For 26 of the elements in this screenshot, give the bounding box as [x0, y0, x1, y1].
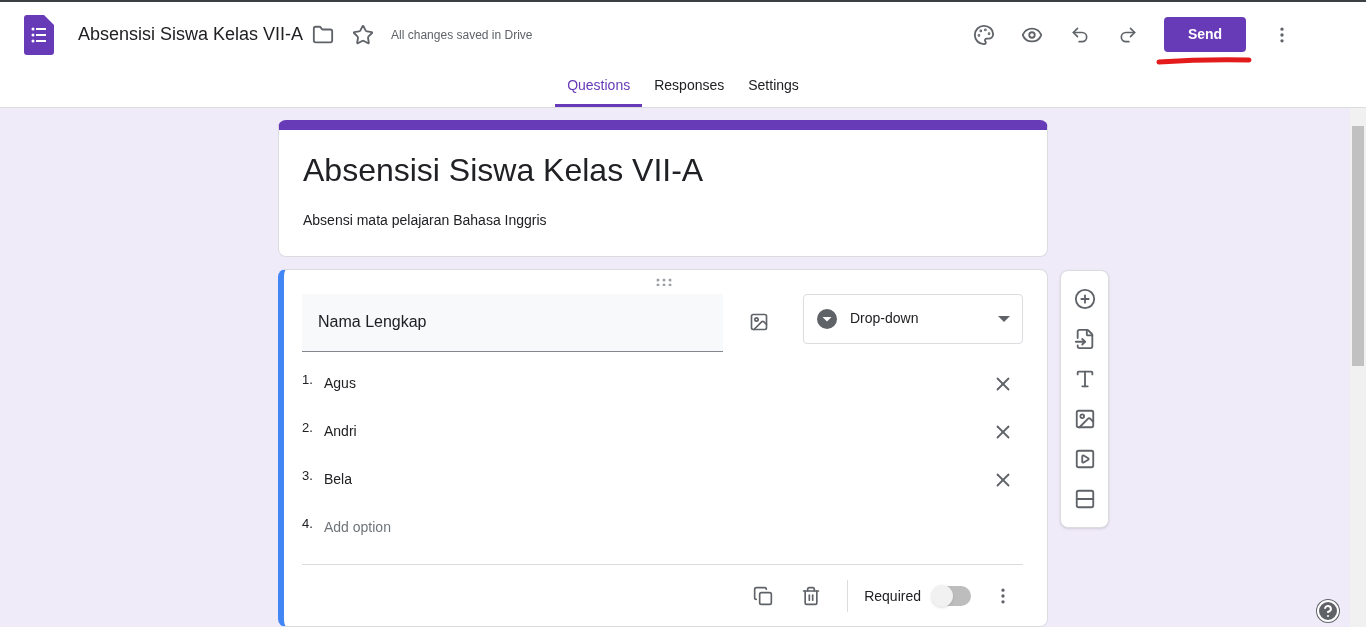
- option-label[interactable]: Bela: [324, 469, 353, 491]
- drag-handle-icon[interactable]: [656, 277, 672, 286]
- caret-icon: [998, 315, 1010, 322]
- save-status: All changes saved in Drive: [391, 26, 533, 44]
- option-label[interactable]: Agus: [324, 373, 356, 395]
- option-number: 4.: [302, 514, 314, 533]
- tab[interactable]: Questions: [555, 67, 643, 107]
- option-number: 2.: [302, 418, 314, 437]
- forms-logo-icon[interactable]: [24, 14, 54, 55]
- form-name[interactable]: Absensisi Siswa Kelas VII-A: [78, 21, 304, 48]
- form-title[interactable]: Absensisi Siswa Kelas VII-A: [303, 150, 1023, 190]
- option-number: 3.: [302, 466, 314, 485]
- required-toggle[interactable]: [933, 586, 971, 607]
- help-icon[interactable]: [1316, 599, 1340, 623]
- tab[interactable]: Settings: [736, 67, 811, 107]
- dropdown-circle-icon: [816, 307, 838, 330]
- question-title-field[interactable]: Nama Lengkap: [302, 293, 723, 352]
- question-type-dropdown[interactable]: Drop-down: [803, 293, 1023, 344]
- tab[interactable]: Responses: [642, 67, 737, 107]
- option-label[interactable]: Andri: [324, 421, 357, 443]
- option-number: 1.: [302, 370, 314, 389]
- form-description[interactable]: Absensi mata pelajaran Bahasa Inggris: [303, 210, 1023, 231]
- scrollbar[interactable]: [1350, 108, 1366, 627]
- send-button[interactable]: Send: [1164, 17, 1246, 52]
- add-option-link[interactable]: Add option: [324, 517, 391, 539]
- required-label: Required: [864, 586, 921, 606]
